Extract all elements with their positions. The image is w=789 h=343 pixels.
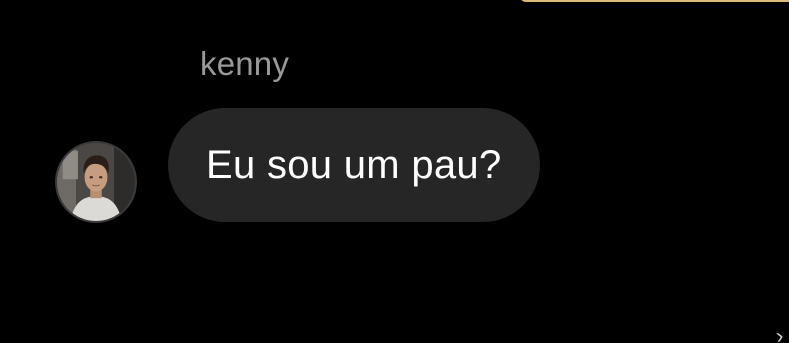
- top-accent-bar: [520, 0, 789, 2]
- chat-screen: kenny Eu sou um pau? ›: [0, 0, 789, 343]
- sender-name: kenny: [200, 45, 290, 82]
- message-text: Eu sou um pau?: [206, 142, 502, 187]
- avatar[interactable]: [55, 141, 137, 223]
- chevron-right-icon: ›: [773, 322, 786, 343]
- avatar-photo-icon: [57, 143, 135, 221]
- message-bubble[interactable]: Eu sou um pau?: [168, 108, 540, 222]
